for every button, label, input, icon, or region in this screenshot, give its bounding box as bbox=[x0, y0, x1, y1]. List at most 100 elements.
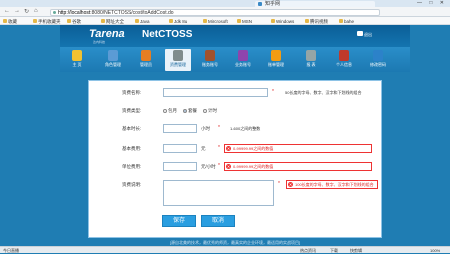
nav-item[interactable]: 报 表 bbox=[298, 49, 324, 71]
bookmark-item[interactable]: MSN bbox=[237, 19, 252, 24]
required-mark: * bbox=[218, 125, 220, 131]
unit-cost-error: ✕ 0-99999.99之间的数值 bbox=[224, 162, 372, 171]
bookmark-item[interactable]: Mircrosoft bbox=[203, 19, 228, 24]
main-nav: 主 页 角色管理 管理员 资费管理 账务账号 业务账号 账单管理 报 表 个人信息 修改密码 bbox=[60, 47, 410, 72]
bookmark-item[interactable]: 腾讯视频 bbox=[305, 19, 328, 25]
radio-icon bbox=[203, 108, 207, 113]
home-icon[interactable]: ⌂ bbox=[34, 8, 38, 14]
security-icon bbox=[53, 10, 56, 14]
cost-name-input[interactable] bbox=[163, 88, 268, 97]
nav-icon bbox=[72, 50, 82, 61]
folder-icon bbox=[135, 19, 139, 23]
logout-link[interactable]: 退出 bbox=[357, 31, 372, 38]
bookmark-item[interactable]: 收藏 bbox=[3, 19, 17, 25]
nav-label: 主 页 bbox=[72, 62, 82, 67]
nav-item[interactable]: 主 页 bbox=[64, 49, 90, 71]
url-input[interactable]: http://localhost:8080/NETCTOSS/cost/toAd… bbox=[50, 8, 380, 16]
nav-item[interactable]: 修改密码 bbox=[365, 49, 391, 71]
base-cost-input[interactable] bbox=[163, 144, 197, 153]
folder-icon bbox=[305, 19, 309, 23]
nav-label: 个人信息 bbox=[336, 62, 352, 67]
app-logo-subtitle: 达内科技 bbox=[93, 40, 106, 44]
bookmark-item[interactable]: Jdk 8u bbox=[169, 19, 187, 24]
bookmark-item[interactable]: bahe bbox=[339, 19, 354, 24]
url-path: :8080/NETCTOSS/cost/toAddCost.do bbox=[90, 9, 174, 16]
cost-name-hint: 50长度的字母、数字、汉字和下划线的组合 bbox=[285, 90, 362, 95]
folder-icon bbox=[67, 19, 71, 23]
nav-icon bbox=[108, 50, 118, 61]
refresh-icon[interactable]: ↻ bbox=[24, 8, 29, 15]
folder-icon bbox=[339, 19, 343, 23]
radio-icon bbox=[183, 108, 187, 113]
url-host: http://localhost bbox=[58, 9, 91, 16]
bookmark-item[interactable]: 谷歌 bbox=[67, 19, 81, 25]
required-mark: * bbox=[272, 89, 274, 95]
app-title: NetCTOSS bbox=[142, 29, 193, 40]
window-controls[interactable]: — □ ✕ bbox=[417, 0, 447, 6]
required-mark: * bbox=[218, 145, 220, 151]
type-radio-monthly[interactable]: 包月 bbox=[163, 108, 177, 114]
bookmark-item[interactable]: Windows bbox=[271, 19, 294, 24]
type-radio-package[interactable]: 套餐 bbox=[183, 108, 197, 114]
nav-label: 账单管理 bbox=[268, 62, 284, 67]
cost-type-label: 资费类型: bbox=[122, 108, 142, 113]
app-header: Tarena 达内科技 NetCTOSS 退出 bbox=[60, 25, 410, 47]
folder-icon bbox=[33, 19, 37, 23]
status-item[interactable]: 快剪辑 bbox=[350, 248, 362, 254]
base-cost-error: ✕ 0-99999.99之间的数值 bbox=[224, 144, 372, 153]
nav-item[interactable]: 账务账号 bbox=[197, 49, 223, 71]
browser-tab-bar: 知乎网 — □ ✕ bbox=[0, 0, 450, 7]
nav-label: 业务账号 bbox=[235, 62, 251, 67]
type-radio-hourly[interactable]: 计时 bbox=[203, 108, 217, 114]
nav-icon bbox=[173, 50, 183, 61]
base-duration-input[interactable] bbox=[163, 124, 197, 133]
unit-cost-label: 单位费用: bbox=[122, 164, 142, 169]
nav-icon bbox=[238, 50, 248, 61]
base-cost-label: 基本费用: bbox=[122, 146, 142, 151]
nav-item[interactable]: 管理员 bbox=[133, 49, 159, 71]
bookmark-item[interactable]: Java bbox=[135, 19, 150, 24]
form-fields: 资费名称: * 50长度的字母、数字、汉字和下划线的组合 资费类型: 包月 套餐… bbox=[88, 80, 382, 238]
status-item[interactable]: 热点资讯 bbox=[300, 248, 316, 254]
radio-icon bbox=[163, 108, 167, 113]
nav-icon bbox=[306, 50, 316, 61]
base-cost-unit: 元 bbox=[201, 146, 206, 151]
status-item[interactable]: 下载 bbox=[330, 248, 338, 254]
nav-label: 报 表 bbox=[306, 62, 316, 67]
back-icon[interactable]: ← bbox=[4, 8, 10, 14]
error-icon: ✕ bbox=[226, 146, 231, 151]
nav-label: 角色管理 bbox=[105, 62, 121, 67]
save-button[interactable]: 保存 bbox=[162, 215, 196, 227]
address-bar-row: ← → ↻ ⌂ http://localhost:8080/NETCTOSS/c… bbox=[0, 7, 450, 17]
zoom-level[interactable]: 100% bbox=[430, 248, 440, 253]
unit-cost-input[interactable] bbox=[163, 162, 197, 171]
bookmark-item[interactable]: 网址大全 bbox=[101, 19, 124, 25]
nav-item[interactable]: 资费管理 bbox=[165, 49, 191, 71]
status-bar: 今日直播 热点资讯 下载 快剪辑 100% bbox=[0, 246, 450, 253]
folder-icon bbox=[271, 19, 275, 23]
nav-icon bbox=[271, 50, 281, 61]
error-icon: ✕ bbox=[288, 182, 293, 187]
bookmark-item[interactable]: 手机收藏夹 bbox=[33, 19, 61, 25]
nav-label: 账务账号 bbox=[202, 62, 218, 67]
description-textarea[interactable] bbox=[163, 180, 274, 206]
app-logo: Tarena bbox=[89, 28, 125, 40]
required-mark: * bbox=[278, 181, 280, 187]
nav-item[interactable]: 个人信息 bbox=[331, 49, 357, 71]
description-label: 资费说明: bbox=[122, 182, 142, 187]
user-icon bbox=[357, 31, 363, 36]
nav-item[interactable]: 账单管理 bbox=[263, 49, 289, 71]
nav-icon bbox=[373, 50, 383, 61]
folder-icon bbox=[237, 19, 241, 23]
tab-favicon-icon bbox=[258, 2, 262, 6]
nav-item[interactable]: 角色管理 bbox=[100, 49, 126, 71]
cancel-button[interactable]: 取消 bbox=[201, 215, 235, 227]
nav-item[interactable]: 业务账号 bbox=[230, 49, 256, 71]
folder-icon bbox=[3, 19, 7, 23]
status-left[interactable]: 今日直播 bbox=[3, 248, 19, 254]
nav-label: 资费管理 bbox=[170, 62, 186, 67]
folder-icon bbox=[169, 19, 173, 23]
description-error: ✕ 100长度的字母、数字、汉字和下划线的组合 bbox=[286, 180, 378, 189]
forward-icon[interactable]: → bbox=[14, 8, 20, 14]
error-icon: ✕ bbox=[226, 164, 231, 169]
